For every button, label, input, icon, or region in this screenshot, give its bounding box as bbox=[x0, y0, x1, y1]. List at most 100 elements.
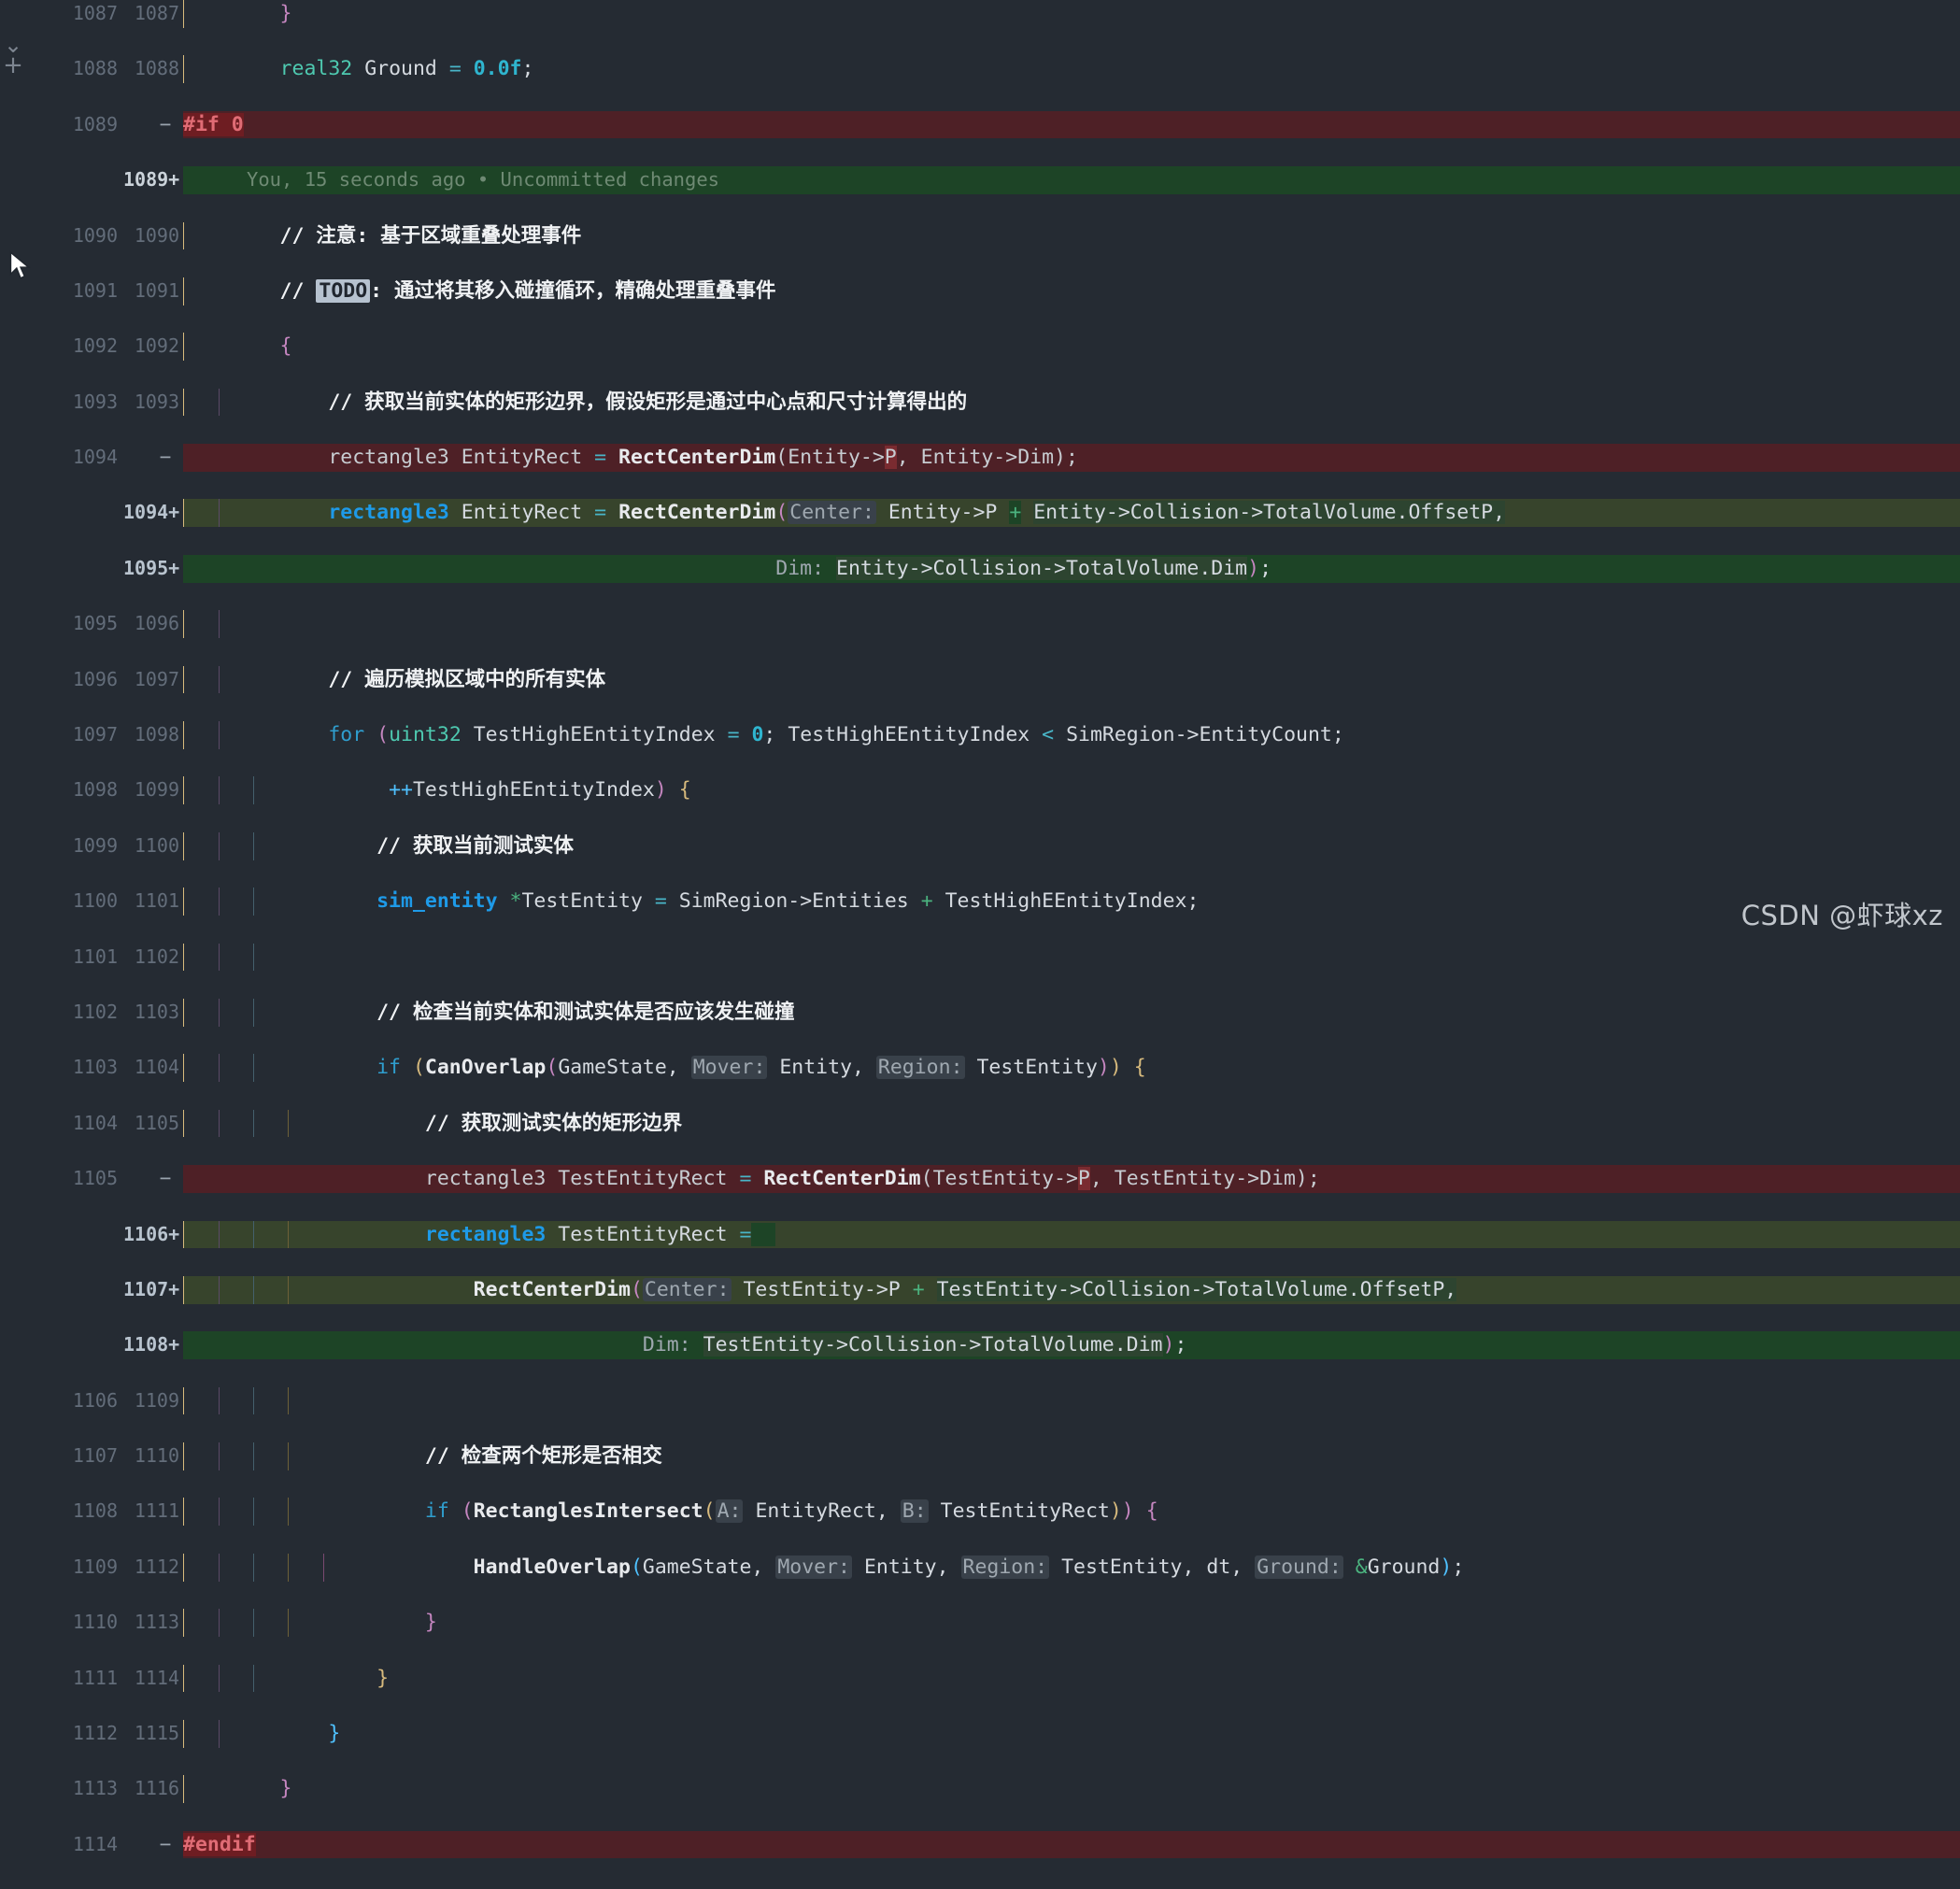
line-number-old: 1087 bbox=[72, 2, 118, 24]
table-row[interactable]: 1099 1100 // 获取当前测试实体 bbox=[0, 831, 1960, 860]
table-row[interactable]: 1107+ RectCenterDim(Center: TestEntity->… bbox=[0, 1275, 1960, 1304]
code-line: rectangle3 EntityRect = RectCenterDim(En… bbox=[183, 446, 1078, 470]
code-line: } bbox=[183, 1777, 292, 1801]
inlay-hint-region: Region: bbox=[875, 1056, 965, 1080]
line-number-old bbox=[0, 499, 118, 527]
line-number-old bbox=[0, 555, 118, 583]
line-number-old: 1093 bbox=[72, 390, 118, 413]
line-number-new: 1089+ bbox=[123, 168, 180, 192]
inlay-hint-mover: Mover: bbox=[775, 1555, 852, 1579]
table-row[interactable]: 1105 − rectangle3 TestEntityRect = RectC… bbox=[0, 1165, 1960, 1193]
table-row[interactable]: 1098 1099 ++TestHighEEntityIndex) { bbox=[0, 776, 1960, 805]
code-line: // 检查当前实体和测试实体是否应该发生碰撞 bbox=[183, 1000, 795, 1024]
diff-rows: 1087 1087 } 1088 1088 real32 Ground = 0.… bbox=[0, 0, 1960, 1859]
line-number-old: 1098 bbox=[72, 778, 118, 802]
inlay-hint-b: B: bbox=[900, 1499, 929, 1524]
line-number-old: 1089 bbox=[72, 112, 118, 135]
line-number-new: 1098 bbox=[134, 723, 179, 746]
todo-tag: TODO bbox=[316, 278, 371, 303]
table-row[interactable]: 1114 − #endif bbox=[0, 1830, 1960, 1859]
table-row[interactable]: 1090 1090 // 注意: 基于区域重叠处理事件 bbox=[0, 221, 1960, 250]
code-line: HandleOverlap(GameState, Mover: Entity, … bbox=[473, 1555, 1465, 1579]
table-row[interactable]: 1111 1114 } bbox=[0, 1664, 1960, 1693]
git-blame-row[interactable]: 1089+ You, 15 seconds ago • Uncommitted … bbox=[0, 166, 1960, 194]
line-number-old: 1090 bbox=[72, 223, 118, 247]
line-number-old: 1103 bbox=[72, 1056, 118, 1079]
diff-sign-removed: − bbox=[159, 112, 172, 135]
table-row[interactable]: 1108+ Dim: TestEntity->Collision->TotalV… bbox=[0, 1331, 1960, 1359]
code-line: { bbox=[183, 334, 292, 359]
line-number-new: 1100 bbox=[134, 833, 179, 857]
table-row[interactable]: 1093 1093 // 获取当前实体的矩形边界，假设矩形是通过中心点和尺寸计算… bbox=[0, 388, 1960, 417]
table-row[interactable]: 1087 1087 } bbox=[0, 0, 1960, 28]
code-line: sim_entity *TestEntity = SimRegion->Enti… bbox=[376, 889, 1200, 914]
table-row[interactable]: 1108 1111 if (RectanglesIntersect(A: Ent… bbox=[0, 1498, 1960, 1527]
table-row[interactable]: 1095 1096 bbox=[0, 610, 1960, 638]
inlay-hint-center: Center: bbox=[788, 501, 876, 525]
editor-diff-view: ⌄ + 1087 1087 } 1088 1088 real32 Ground … bbox=[0, 0, 1960, 1859]
table-row[interactable]: 1104 1105 // 获取测试实体的矩形边界 bbox=[0, 1109, 1960, 1138]
table-row[interactable]: 1091 1091 // TODO: 通过将其移入碰撞循环，精确处理重叠事件 bbox=[0, 277, 1960, 305]
inlay-hint-mover: Mover: bbox=[690, 1056, 768, 1080]
inlay-hint-region: Region: bbox=[960, 1555, 1050, 1579]
line-number-new: 1091 bbox=[134, 278, 179, 302]
line-number-new: 1090 bbox=[134, 223, 179, 247]
table-row[interactable]: 1106 1109 bbox=[0, 1386, 1960, 1415]
line-number-new: 1097 bbox=[134, 667, 179, 690]
code-line: #endif bbox=[183, 1832, 256, 1856]
table-row[interactable]: 1110 1113 } bbox=[0, 1609, 1960, 1637]
line-number-new: 1115 bbox=[134, 1722, 179, 1744]
line-number-new: 1109 bbox=[134, 1388, 179, 1412]
code-line: #if 0 bbox=[183, 112, 244, 136]
table-row[interactable]: 1092 1092 { bbox=[0, 333, 1960, 361]
line-number-new: 1105 bbox=[134, 1111, 179, 1134]
code-line: // 获取测试实体的矩形边界 bbox=[183, 1111, 683, 1135]
line-number-new: 1108+ bbox=[123, 1333, 180, 1356]
table-row[interactable]: 1100 1101 sim_entity *TestEntity = SimRe… bbox=[0, 888, 1960, 916]
diff-sign-removed: − bbox=[159, 446, 172, 469]
line-number-old: 1106 bbox=[72, 1388, 118, 1412]
code-line: ++TestHighEEntityIndex) { bbox=[389, 778, 691, 802]
line-number-old: 1112 bbox=[72, 1722, 118, 1744]
table-row[interactable]: 1112 1115 } bbox=[0, 1720, 1960, 1748]
table-row[interactable]: 1109 1112 HandleOverlap(GameState, Mover… bbox=[0, 1553, 1960, 1582]
line-number-old: 1105 bbox=[72, 1167, 118, 1190]
table-row[interactable]: 1103 1104 if (CanOverlap(GameState, Move… bbox=[0, 1054, 1960, 1083]
line-number-new: 1103 bbox=[134, 1000, 179, 1023]
line-number-new: 1093 bbox=[134, 390, 179, 413]
line-number-new: 1106+ bbox=[123, 1222, 180, 1245]
line-number-old: 1102 bbox=[72, 1000, 118, 1023]
line-number-new: 1088 bbox=[134, 57, 179, 80]
table-row[interactable]: 1088 1088 real32 Ground = 0.0f; bbox=[0, 55, 1960, 84]
table-row[interactable]: 1094+ rectangle3 EntityRect = RectCenter… bbox=[0, 499, 1960, 528]
line-number-new: 1114 bbox=[134, 1666, 179, 1689]
line-number-new: 1094+ bbox=[123, 501, 180, 524]
table-row[interactable]: 1107 1110 // 检查两个矩形是否相交 bbox=[0, 1442, 1960, 1470]
table-row[interactable]: 1094 − rectangle3 EntityRect = RectCente… bbox=[0, 444, 1960, 472]
table-row[interactable]: 1089 − #if 0 bbox=[0, 110, 1960, 139]
line-number-old: 1114 bbox=[72, 1832, 118, 1855]
table-row[interactable]: 1102 1103 // 检查当前实体和测试实体是否应该发生碰撞 bbox=[0, 998, 1960, 1027]
table-row[interactable]: 1095+ Dim: Entity->Collision->TotalVolum… bbox=[0, 554, 1960, 583]
inlay-hint-dim: Dim: bbox=[642, 1333, 691, 1357]
line-number-old: 1101 bbox=[72, 944, 118, 968]
table-row[interactable]: 1101 1102 bbox=[0, 943, 1960, 972]
table-row[interactable]: 1106+ rectangle3 TestEntityRect = bbox=[0, 1220, 1960, 1249]
table-row[interactable]: 1097 1098 for (uint32 TestHighEEntityInd… bbox=[0, 721, 1960, 749]
code-line: if (CanOverlap(GameState, Mover: Entity,… bbox=[376, 1056, 1146, 1080]
line-number-old: 1109 bbox=[72, 1555, 118, 1578]
line-number-new: 1110 bbox=[134, 1444, 179, 1468]
line-number-new: 1095+ bbox=[123, 556, 180, 579]
table-row[interactable]: 1113 1116 } bbox=[0, 1775, 1960, 1804]
diff-sign-removed: − bbox=[159, 1167, 172, 1190]
inlay-hint-dim: Dim: bbox=[775, 556, 825, 580]
line-number-old bbox=[0, 1221, 118, 1249]
table-row[interactable]: 1096 1097 // 遍历模拟区域中的所有实体 bbox=[0, 665, 1960, 694]
line-number-old: 1108 bbox=[72, 1499, 118, 1523]
code-line: // TODO: 通过将其移入碰撞循环，精确处理重叠事件 bbox=[183, 278, 776, 303]
code-line: real32 Ground = 0.0f; bbox=[279, 57, 534, 81]
line-number-old: 1088 bbox=[72, 57, 118, 80]
